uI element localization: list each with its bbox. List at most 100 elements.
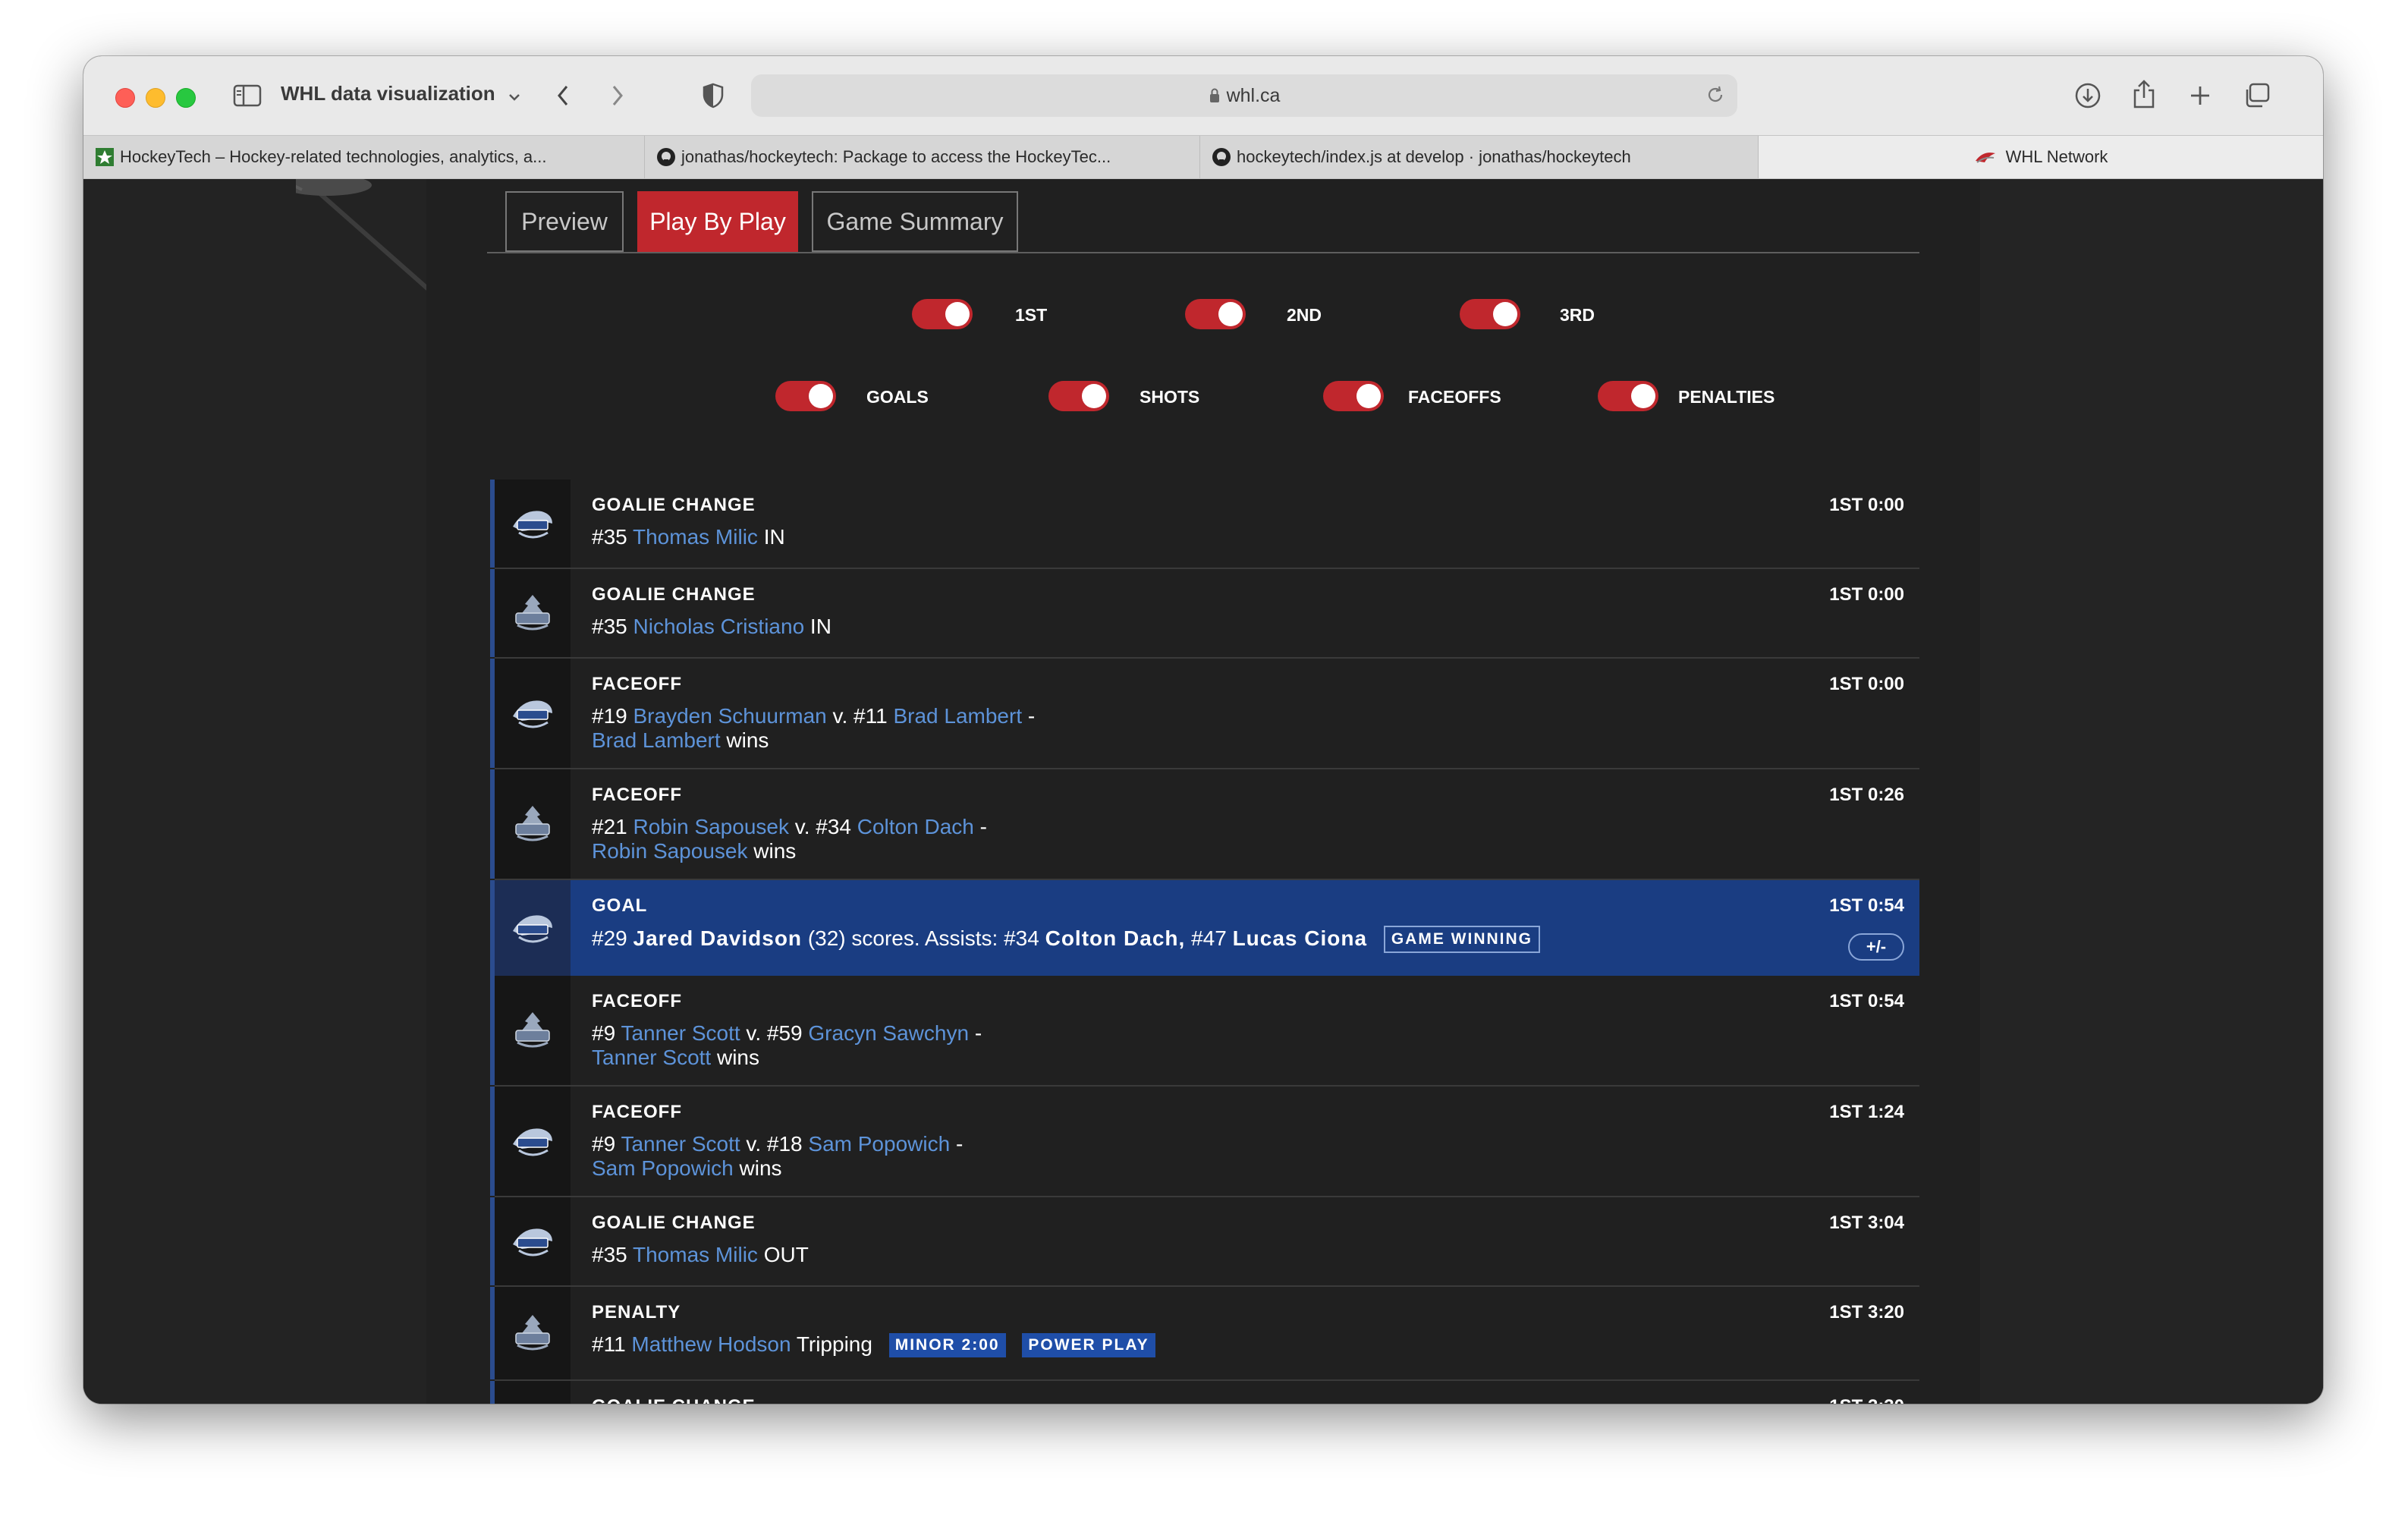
browser-tab-label: jonathas/hockeytech: Package to access t… [681, 147, 1111, 166]
browser-tab-hockeytech[interactable]: HockeyTech – Hockey-related technologies… [83, 136, 645, 178]
winner-link[interactable]: Robin Sapousek [592, 839, 747, 863]
player-link[interactable]: Colton Dach [857, 815, 974, 838]
event-time: 1ST 3:04 [1829, 1212, 1904, 1233]
assist-name[interactable]: Colton Dach, [1045, 926, 1186, 950]
hockey-stick-graphic [296, 179, 434, 295]
player-link[interactable]: Thomas Milic [633, 525, 758, 549]
event-description: #29 Jared Davidson (32) scores. Assists:… [592, 926, 1730, 953]
tab-overview-icon[interactable] [2241, 80, 2273, 111]
team-logo-icon [495, 976, 571, 1085]
privacy-shield-icon[interactable] [699, 80, 727, 111]
forward-icon[interactable] [604, 80, 631, 111]
event-description: #21 Robin Sapousek v. #34 Colton Dach - … [592, 815, 1730, 863]
browser-tab-whl-network[interactable]: WHL Network [1759, 136, 2323, 178]
toggle-penalties[interactable] [1598, 381, 1658, 411]
toggle-goals[interactable] [775, 381, 836, 411]
event-time: 1ST 0:00 [1829, 584, 1904, 605]
team-logo-icon [495, 1197, 571, 1285]
player-link[interactable]: Brad Lambert [893, 704, 1022, 728]
share-icon[interactable] [2129, 76, 2159, 112]
toggle-label-faceoffs: FACEOFFS [1408, 387, 1501, 407]
toggle-faceoffs[interactable] [1323, 381, 1384, 411]
new-tab-icon[interactable] [2185, 80, 2215, 111]
player-link[interactable]: Brayden Schuurman [633, 704, 827, 728]
player-link[interactable]: Thomas Milic [633, 1243, 758, 1266]
minor-penalty-badge: MINOR 2:00 [888, 1333, 1006, 1357]
event-type: GOALIE CHANGE [592, 584, 756, 605]
event-time: 1ST 3:30 [1829, 1396, 1904, 1404]
chevron-down-icon[interactable] [505, 90, 523, 105]
player-number: #35 [592, 525, 627, 549]
minimize-window-button[interactable] [146, 88, 165, 108]
versus-text: v. [746, 1021, 762, 1045]
scorer-name[interactable]: Jared Davidson [633, 926, 803, 950]
game-winning-badge: GAME WINNING [1383, 926, 1540, 953]
close-window-button[interactable] [115, 88, 135, 108]
player-link[interactable]: Matthew Hodson [631, 1332, 791, 1356]
tab-strip: HockeyTech – Hockey-related technologies… [83, 135, 2323, 179]
tab-preview[interactable]: Preview [505, 191, 624, 252]
winner-link[interactable]: Sam Popowich [592, 1156, 734, 1180]
event-row: FACEOFF 1ST 1:24 #9 Tanner Scott v. #18 … [490, 1087, 1919, 1197]
downloads-icon[interactable] [2071, 79, 2105, 112]
event-description: #35 Nicholas Cristiano IN [592, 615, 1730, 639]
wins-text: wins [726, 728, 769, 752]
player-number: #9 [592, 1132, 616, 1156]
web-page: Preview Play By Play Game Summary 1ST 2N… [83, 179, 2323, 1404]
player-link[interactable]: Robin Sapousek [633, 815, 789, 838]
reload-icon[interactable] [1704, 83, 1727, 106]
event-row: FACEOFF 1ST 0:26 #21 Robin Sapousek v. #… [490, 769, 1919, 880]
player-number: #21 [592, 815, 627, 838]
winner-link[interactable]: Brad Lambert [592, 728, 721, 752]
tab-game-summary[interactable]: Game Summary [812, 191, 1018, 252]
event-row: FACEOFF 1ST 0:54 #9 Tanner Scott v. #59 … [490, 976, 1919, 1087]
plus-minus-button[interactable]: +/- [1848, 933, 1904, 961]
player-link[interactable]: Nicholas Cristiano [633, 615, 805, 638]
event-type: GOAL [592, 895, 648, 916]
player-link[interactable]: Tanner Scott [621, 1132, 740, 1156]
browser-tab-label: HockeyTech – Hockey-related technologies… [120, 147, 547, 166]
dash-separator: - [974, 1021, 982, 1045]
toggle-3rd-period[interactable] [1460, 299, 1520, 329]
url-label: whl.ca [1226, 85, 1281, 106]
event-description: #19 Brayden Schuurman v. #11 Brad Lamber… [592, 704, 1730, 753]
player-link[interactable]: Tanner Scott [621, 1021, 740, 1045]
back-icon[interactable] [549, 80, 577, 111]
team-logo-icon [495, 1087, 571, 1196]
left-background-panel [83, 179, 434, 1404]
tabs-divider [487, 252, 1919, 253]
event-time: 1ST 0:00 [1829, 674, 1904, 694]
player-number: #19 [592, 704, 627, 728]
team-logo-icon [495, 569, 571, 657]
goal-count: (32) [807, 926, 846, 950]
toggle-shots[interactable] [1048, 381, 1109, 411]
team-logo-icon [495, 659, 571, 768]
event-type: FACEOFF [592, 1102, 682, 1122]
sidebar-toggle-icon[interactable] [232, 83, 262, 108]
tab-play-by-play[interactable]: Play By Play [637, 191, 798, 252]
browser-tab-github-package[interactable]: jonathas/hockeytech: Package to access t… [645, 136, 1200, 178]
versus-text: v. [832, 704, 848, 728]
event-description: #35 Thomas Milic IN [592, 525, 1730, 549]
event-description: #9 Tanner Scott v. #18 Sam Popowich - Sa… [592, 1132, 1730, 1181]
browser-tab-label: WHL Network [2005, 147, 2108, 166]
address-bar[interactable]: whl.ca [751, 74, 1737, 117]
window-title[interactable]: WHL data visualization [281, 82, 495, 105]
player-link[interactable]: Gracyn Sawchyn [808, 1021, 969, 1045]
browser-tab-github-index[interactable]: hockeytech/index.js at develop · jonatha… [1200, 136, 1759, 178]
assist-name[interactable]: Lucas Ciona [1233, 926, 1367, 950]
player-link[interactable]: Sam Popowich [808, 1132, 950, 1156]
url-text[interactable]: whl.ca [751, 85, 1737, 107]
player-number: #47 [1191, 926, 1227, 950]
versus-text: v. [794, 815, 810, 838]
play-by-play-content: Preview Play By Play Game Summary 1ST 2N… [426, 179, 1980, 1404]
power-play-badge: POWER PLAY [1022, 1333, 1155, 1357]
zoom-window-button[interactable] [176, 88, 196, 108]
team-logo-icon [495, 1287, 571, 1379]
event-time: 1ST 0:00 [1829, 495, 1904, 515]
event-row: GOALIE CHANGE 1ST 0:00 #35 Nicholas Cris… [490, 569, 1919, 659]
toggle-1st-period[interactable] [912, 299, 973, 329]
winner-link[interactable]: Tanner Scott [592, 1046, 711, 1069]
goalie-status: IN [763, 525, 785, 549]
toggle-2nd-period[interactable] [1185, 299, 1246, 329]
